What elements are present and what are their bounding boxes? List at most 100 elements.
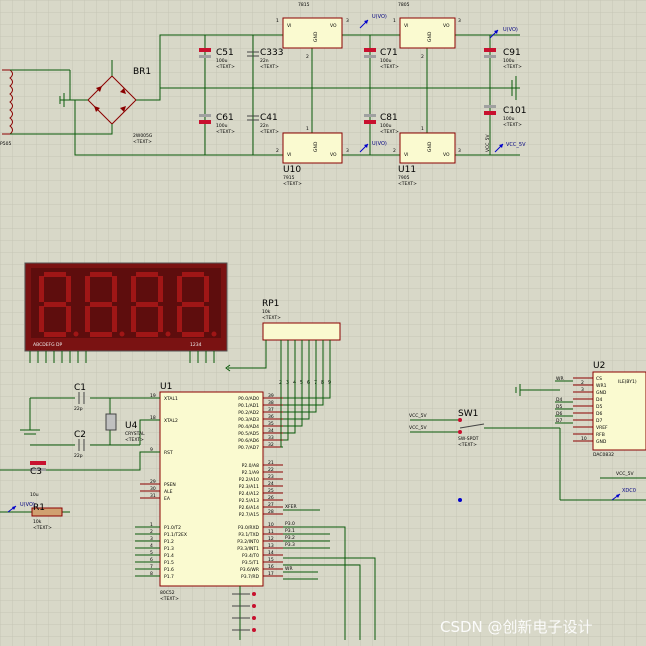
mcu-pin-number: 12 (268, 536, 274, 542)
segment (131, 306, 136, 332)
mcu-pin-name: P1.5 (164, 560, 174, 566)
mcu-pin-name: P0.5/AD5 (238, 431, 259, 437)
segment (182, 302, 204, 307)
mcu-pin-number: 22 (268, 467, 274, 473)
svg-text:100u: 100u (216, 58, 228, 64)
svg-text:SW-SPDT: SW-SPDT (458, 436, 479, 442)
svg-text:U(VO): U(VO) (372, 141, 387, 147)
svg-text:C71: C71 (380, 48, 398, 58)
u2-side-label: D4 (556, 397, 562, 403)
mcu-pin-number: 27 (268, 502, 274, 508)
svg-text:VI: VI (404, 23, 408, 29)
svg-text:<TEXT>: <TEXT> (260, 129, 279, 135)
svg-text:U(VO): U(VO) (20, 502, 35, 508)
svg-text:WR: WR (285, 566, 293, 572)
segment (177, 276, 182, 302)
mcu-pin-number: 24 (268, 481, 274, 487)
svg-text:10k: 10k (262, 309, 271, 315)
mcu-pin-name: P0.2/AD2 (238, 410, 259, 416)
mcu-pin-number: 30 (150, 486, 156, 492)
segment (136, 332, 158, 337)
svg-text:2: 2 (421, 54, 424, 60)
u2-pin-name: D4 (596, 397, 602, 403)
u2-pin-name: D5 (596, 404, 602, 410)
bridge-ref: BR1 (133, 67, 151, 77)
svg-text:100u: 100u (216, 123, 228, 129)
svg-text:7915: 7915 (283, 175, 295, 181)
segment (90, 302, 112, 307)
segment (90, 332, 112, 337)
mcu-pin-name: P2.4/A12 (239, 491, 259, 497)
svg-text:GND: GND (313, 141, 319, 152)
segment (66, 306, 71, 332)
mcu-pin-name: P3.1/TXD (238, 532, 259, 538)
svg-text:XDC0: XDC0 (622, 488, 636, 494)
svg-text:<TEXT>: <TEXT> (33, 525, 52, 531)
svg-text:VCC_5V: VCC_5V (409, 413, 427, 419)
svg-text:VI: VI (404, 152, 408, 158)
svg-text:P3.3: P3.3 (285, 542, 295, 548)
segment (66, 276, 71, 302)
svg-text:2: 2 (393, 148, 396, 154)
svg-text:<TEXT>: <TEXT> (398, 181, 417, 187)
decimal-point (165, 331, 171, 337)
mcu-pin-name: P0.1/AD1 (238, 403, 259, 409)
svg-text:U1: U1 (160, 382, 172, 392)
segment (182, 332, 204, 337)
mcu-pin-number: 39 (268, 393, 274, 399)
u2-side-label: D5 (556, 404, 562, 410)
segment (136, 272, 158, 277)
seven-segment-display[interactable]: ABCDEFG DP 1234 (24, 262, 228, 352)
svg-text:GND: GND (427, 31, 433, 42)
svg-text:P3.0: P3.0 (285, 521, 295, 527)
svg-text:1: 1 (276, 18, 279, 24)
mcu-pin-number: 17 (268, 571, 274, 577)
svg-text:3: 3 (346, 18, 349, 24)
segment (112, 276, 117, 302)
segment (85, 306, 90, 332)
segment (177, 306, 182, 332)
mcu-pin-name: P2.6/A14 (239, 505, 259, 511)
mcu-pin-name: ALE (164, 489, 173, 495)
svg-text:<TEXT>: <TEXT> (283, 181, 302, 187)
svg-text:RP1: RP1 (262, 299, 279, 309)
mcu-pin-name: P0.0/AD0 (238, 396, 259, 402)
segment (182, 272, 204, 277)
svg-text:<TEXT>: <TEXT> (458, 442, 477, 448)
mcu-pin-number: 26 (268, 495, 274, 501)
svg-text:U(VO): U(VO) (503, 27, 518, 33)
cursor-marker (458, 498, 462, 502)
u2-pin-name: D7 (596, 418, 602, 424)
segment (112, 306, 117, 332)
mcu-pin-number: 32 (268, 442, 274, 448)
schematic-canvas[interactable]: P505 BR1 2W005G <TEXT> C51 100u <TEXT> C… (0, 0, 646, 646)
segment (39, 276, 44, 302)
svg-text:C3: C3 (30, 467, 42, 477)
svg-text:VCC_5V: VCC_5V (506, 142, 526, 148)
mcu-pin-number: 38 (268, 400, 274, 406)
svg-text:<TEXT>: <TEXT> (260, 64, 279, 70)
mcu-pin-number: 28 (268, 509, 274, 515)
svg-text:U10: U10 (283, 165, 301, 175)
svg-text:C91: C91 (503, 48, 521, 58)
mcu-pin-name: P2.1/A9 (242, 470, 259, 476)
mcu-pin-number: 13 (268, 543, 274, 549)
mcu-pin-number: 25 (268, 488, 274, 494)
u2-pin-number: 3 (581, 387, 584, 393)
segment (204, 276, 209, 302)
mcu-pin-number: 14 (268, 550, 274, 556)
mcu-pin-name: P1.1/T2EX (164, 532, 187, 538)
svg-text:1: 1 (421, 126, 424, 132)
u2-pin-name: RFB (596, 432, 605, 438)
svg-text:100u: 100u (503, 116, 515, 122)
u2-pin-name: D6 (596, 411, 602, 417)
svg-text:VI: VI (287, 23, 291, 29)
u2-pin-name: WR1 (596, 383, 607, 389)
u2-side-label: WR (556, 376, 564, 382)
svg-text:CRYSTAL: CRYSTAL (125, 431, 145, 437)
svg-text:C81: C81 (380, 113, 398, 123)
svg-text:<TEXT>: <TEXT> (262, 315, 281, 321)
svg-text:2: 2 (276, 148, 279, 154)
mcu-pin-name: RST (164, 450, 173, 456)
svg-text:C333: C333 (260, 48, 283, 58)
